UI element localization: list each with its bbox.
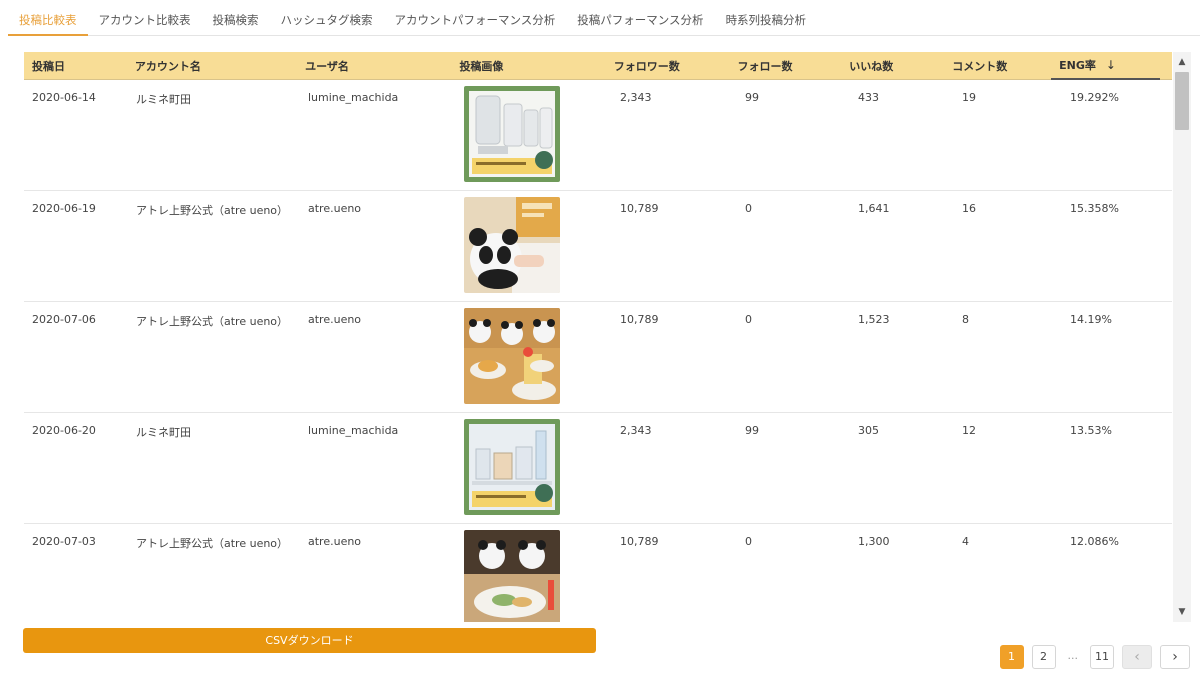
cell-likes: 1,523 <box>858 313 890 326</box>
cell-likes: 1,641 <box>858 202 890 215</box>
cosmetics-photo[interactable] <box>464 419 560 515</box>
header-user-name[interactable]: ユーザ名 <box>297 58 451 74</box>
header-comments[interactable]: コメント数 <box>944 58 1051 74</box>
cell-eng-rate: 19.292% <box>1070 91 1119 104</box>
cell-post-image <box>456 413 612 523</box>
cell-post-image <box>456 302 612 412</box>
cell-comments: 4 <box>962 535 969 548</box>
cell-eng-rate: 15.358% <box>1070 202 1119 215</box>
skincare-bottles-photo[interactable] <box>464 86 560 182</box>
table-row[interactable]: 2020-07-03 アトレ上野公式（atre ueno） atre.ueno <box>24 524 1172 622</box>
cell-eng-rate: 14.19% <box>1070 313 1112 326</box>
cell-user-name: atre.ueno <box>308 535 362 548</box>
tab-hashtag-search[interactable]: ハッシュタグ検索 <box>270 0 384 36</box>
table-scrollbar[interactable]: ▲ ▼ <box>1173 52 1191 622</box>
cell-follows: 99 <box>745 424 759 437</box>
cell-likes: 305 <box>858 424 879 437</box>
cell-followers: 10,789 <box>620 202 659 215</box>
cell-post-date: 2020-07-03 <box>32 535 96 548</box>
header-post-date[interactable]: 投稿日 <box>24 58 127 74</box>
table-row[interactable]: 2020-06-20 ルミネ町田 lumine_machida 2,343 99… <box>24 413 1172 524</box>
cell-comments: 8 <box>962 313 969 326</box>
arrow-down-icon: ↓ <box>1105 57 1116 72</box>
cell-followers: 2,343 <box>620 424 652 437</box>
cell-likes: 433 <box>858 91 879 104</box>
cell-followers: 2,343 <box>620 91 652 104</box>
tab-account-comparison[interactable]: アカウント比較表 <box>88 0 202 36</box>
cell-follows: 0 <box>745 202 752 215</box>
cell-post-date: 2020-06-20 <box>32 424 96 437</box>
table-row[interactable]: 2020-06-14 ルミネ町田 lumine_machida 2,343 99… <box>24 80 1172 191</box>
cell-followers: 10,789 <box>620 313 659 326</box>
chevron-left-icon[interactable]: ‹ <box>1122 645 1152 669</box>
cell-user-name: lumine_machida <box>308 91 399 104</box>
table-row[interactable]: 2020-06-19 アトレ上野公式（atre ueno） atre.ueno <box>24 191 1172 302</box>
header-follows[interactable]: フォロー数 <box>729 58 841 74</box>
panda-lunch-photo[interactable] <box>464 530 560 622</box>
cell-follows: 0 <box>745 313 752 326</box>
page-button-11[interactable]: 11 <box>1090 645 1114 669</box>
scroll-down-icon[interactable]: ▼ <box>1173 604 1191 620</box>
chevron-right-icon[interactable]: › <box>1160 645 1190 669</box>
header-likes[interactable]: いいね数 <box>841 58 944 74</box>
pagination: 1 2 ... 11 ‹ › <box>999 645 1190 669</box>
cell-post-image <box>456 80 612 190</box>
cell-follows: 0 <box>745 535 752 548</box>
panda-plush-photo[interactable] <box>464 197 560 293</box>
cell-post-date: 2020-06-14 <box>32 91 96 104</box>
cell-eng-rate: 13.53% <box>1070 424 1112 437</box>
header-post-image[interactable]: 投稿画像 <box>451 58 605 74</box>
cell-account-name: アトレ上野公式（atre ueno） <box>136 537 289 550</box>
post-comparison-table: 投稿日 アカウント名 ユーザ名 投稿画像 フォロワー数 フォロー数 いいね数 コ… <box>24 52 1172 622</box>
table-row[interactable]: 2020-07-06 アトレ上野公式（atre ueno） atre.ueno <box>24 302 1172 413</box>
cell-eng-rate: 12.086% <box>1070 535 1119 548</box>
cell-post-image <box>456 524 612 622</box>
header-eng-rate[interactable]: ENG率 ↓ <box>1051 52 1160 80</box>
tab-post-search[interactable]: 投稿検索 <box>202 0 270 36</box>
tab-bar: 投稿比較表 アカウント比較表 投稿検索 ハッシュタグ検索 アカウントパフォーマン… <box>8 0 1200 36</box>
cell-user-name: atre.ueno <box>308 202 362 215</box>
panda-desserts-photo[interactable] <box>464 308 560 404</box>
cell-post-date: 2020-06-19 <box>32 202 96 215</box>
page-ellipsis: ... <box>1063 645 1082 669</box>
tab-post-comparison[interactable]: 投稿比較表 <box>8 0 88 36</box>
scrollbar-thumb[interactable] <box>1175 72 1189 130</box>
cell-post-image <box>456 191 612 301</box>
csv-download-button[interactable]: CSVダウンロード <box>23 628 596 653</box>
cell-account-name: ルミネ町田 <box>136 426 191 439</box>
page-button-2[interactable]: 2 <box>1031 645 1056 669</box>
cell-followers: 10,789 <box>620 535 659 548</box>
cell-comments: 19 <box>962 91 976 104</box>
cell-account-name: アトレ上野公式（atre ueno） <box>136 204 289 217</box>
cell-user-name: lumine_machida <box>308 424 399 437</box>
header-followers[interactable]: フォロワー数 <box>606 58 730 74</box>
cell-likes: 1,300 <box>858 535 890 548</box>
page-button-1[interactable]: 1 <box>999 645 1024 669</box>
header-account-name[interactable]: アカウント名 <box>127 58 297 74</box>
scroll-up-icon[interactable]: ▲ <box>1173 54 1191 70</box>
tab-timeseries[interactable]: 時系列投稿分析 <box>715 0 818 36</box>
cell-account-name: ルミネ町田 <box>136 93 191 106</box>
cell-follows: 99 <box>745 91 759 104</box>
cell-user-name: atre.ueno <box>308 313 362 326</box>
tab-post-performance[interactable]: 投稿パフォーマンス分析 <box>566 0 714 36</box>
cell-account-name: アトレ上野公式（atre ueno） <box>136 315 289 328</box>
header-eng-rate-label: ENG率 <box>1059 58 1096 72</box>
table-header: 投稿日 アカウント名 ユーザ名 投稿画像 フォロワー数 フォロー数 いいね数 コ… <box>24 52 1172 80</box>
tab-account-performance[interactable]: アカウントパフォーマンス分析 <box>384 0 567 36</box>
cell-comments: 12 <box>962 424 976 437</box>
cell-comments: 16 <box>962 202 976 215</box>
cell-post-date: 2020-07-06 <box>32 313 96 326</box>
